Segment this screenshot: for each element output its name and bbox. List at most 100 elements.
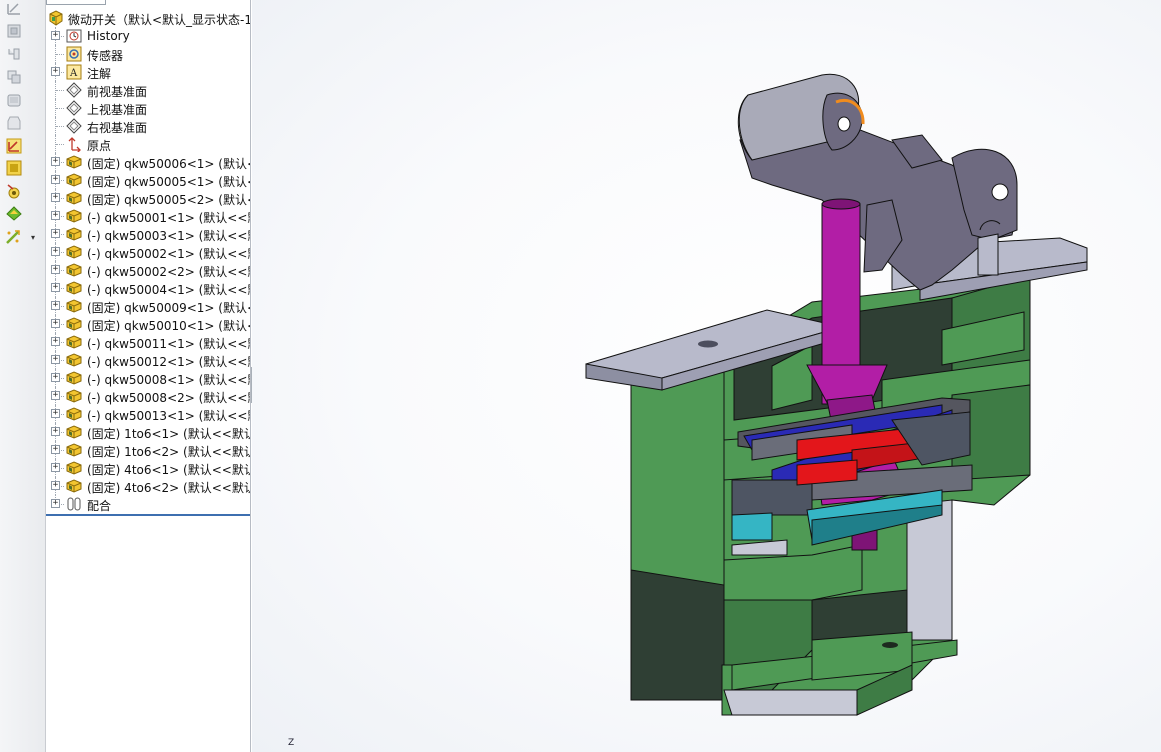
tree-item[interactable]: 原点	[46, 135, 250, 154]
tree-item[interactable]: + (-) qkw50002<1> (默认<<默	[46, 243, 250, 261]
part-icon	[66, 424, 82, 440]
view-triad-z-label: Z	[288, 738, 295, 748]
tree-item[interactable]: + (固定) qkw50010<1> (默认<	[46, 315, 251, 333]
tree-item-label: (-) qkw50008<1> (默认<<默	[87, 373, 251, 387]
tree-root[interactable]: 微动开关（默认<默认_显示状态-1	[46, 9, 251, 27]
tree-item[interactable]: + (固定) 4to6<1> (默认<<默认	[46, 459, 251, 477]
tree-item-label: (固定) qkw50006<1> (默认<	[87, 157, 251, 171]
expand-toggle-icon[interactable]: +	[51, 301, 60, 310]
micro-switch-3d-model[interactable]	[252, 0, 1161, 752]
tree-item-label: (固定) qkw50005<1> (默认<	[87, 175, 251, 189]
new-motion-study-icon[interactable]	[5, 182, 23, 200]
expand-toggle-icon[interactable]: +	[51, 67, 60, 76]
tree-item[interactable]: + A 注解	[46, 63, 250, 81]
exploded-view-dropdown-icon[interactable]: ▾	[31, 233, 35, 242]
tree-item-label: 上视基准面	[87, 103, 148, 117]
tree-item[interactable]: + (-) qkw50012<1> (默认<<默	[46, 351, 250, 369]
show-hidden-icon[interactable]	[5, 114, 23, 132]
tree-item[interactable]: + 配合	[46, 495, 250, 513]
mate-icon[interactable]	[5, 22, 23, 40]
part-icon	[66, 442, 82, 458]
tree-item-label: 传感器	[87, 49, 124, 63]
tree-tab-edge	[46, 0, 106, 5]
expand-toggle-icon[interactable]: +	[51, 427, 60, 436]
bill-of-materials-icon[interactable]	[5, 204, 23, 222]
tree-item-label: 原点	[87, 139, 112, 153]
tree-item-label: (固定) qkw50010<1> (默认<	[87, 319, 251, 333]
expand-toggle-icon[interactable]: +	[51, 175, 60, 184]
tree-item[interactable]: + (-) qkw50001<1> (默认<<默	[46, 207, 250, 225]
tree-item[interactable]: 上视基准面	[46, 99, 250, 117]
tree-item[interactable]: + (固定) qkw50005<2> (默认<	[46, 189, 250, 207]
tree-item[interactable]: + (固定) qkw50006<1> (默认<	[46, 153, 251, 171]
tree-item[interactable]: + (固定) 1to6<2> (默认<<默认	[46, 441, 250, 459]
tree-item[interactable]: + (-) qkw50003<1> (默认<<默	[46, 225, 251, 243]
part-icon	[66, 190, 82, 206]
part-icon	[66, 406, 82, 422]
expand-toggle-icon[interactable]: +	[51, 193, 60, 202]
tree-item[interactable]: + (-) qkw50011<1> (默认<<默	[46, 333, 250, 351]
expand-toggle-icon[interactable]: +	[51, 463, 60, 472]
part-icon	[66, 370, 82, 386]
assembly-icon	[48, 10, 64, 26]
tree-item-label: (-) qkw50002<2> (默认<<默	[87, 265, 251, 279]
mates-icon	[66, 496, 82, 512]
tree-connector-branch	[56, 126, 64, 127]
tree-item[interactable]: + (固定) qkw50005<1> (默认<	[46, 171, 251, 189]
tree-item[interactable]: + (-) qkw50008<1> (默认<<默	[46, 369, 251, 387]
tree-item[interactable]: 传感器	[46, 45, 250, 63]
tree-item[interactable]: + (-) qkw50008<2> (默认<<默	[46, 387, 251, 405]
tree-item-label: (固定) qkw50009<1> (默认<	[87, 301, 251, 315]
expand-toggle-icon[interactable]: +	[51, 229, 60, 238]
tree-root-label: 微动开关（默认<默认_显示状态-1	[68, 13, 251, 27]
plane-icon	[66, 100, 82, 116]
expand-toggle-icon[interactable]: +	[51, 283, 60, 292]
expand-toggle-icon[interactable]: +	[51, 373, 60, 382]
expand-toggle-icon[interactable]: +	[51, 157, 60, 166]
expand-toggle-icon[interactable]: +	[51, 445, 60, 454]
tree-item[interactable]: 前视基准面	[46, 81, 250, 99]
smart-dimension-icon[interactable]	[5, 0, 23, 18]
part-icon	[66, 244, 82, 260]
part-icon	[66, 388, 82, 404]
linear-pattern-icon[interactable]	[5, 68, 23, 86]
expand-toggle-icon[interactable]: +	[51, 481, 60, 490]
part-icon	[66, 280, 82, 296]
exploded-view-icon[interactable]	[5, 228, 23, 246]
insert-component-icon[interactable]	[5, 45, 23, 63]
expand-toggle-icon[interactable]: +	[51, 409, 60, 418]
tree-item-label: (-) qkw50013<1> (默认<<默	[87, 409, 251, 423]
tree-item-label: 右视基准面	[87, 121, 148, 135]
tree-bottom-divider	[46, 514, 250, 516]
expand-toggle-icon[interactable]: +	[51, 337, 60, 346]
tree-item-label: (-) qkw50003<1> (默认<<默	[87, 229, 251, 243]
expand-toggle-icon[interactable]: +	[51, 499, 60, 508]
part-icon	[66, 460, 82, 476]
expand-toggle-icon[interactable]: +	[51, 355, 60, 364]
tree-item[interactable]: + (-) qkw50002<2> (默认<<默	[46, 261, 251, 279]
reference-geometry-icon[interactable]	[5, 159, 23, 177]
tree-item[interactable]: 右视基准面	[46, 117, 250, 135]
tree-item-label: (固定) 4to6<1> (默认<<默认	[87, 463, 251, 477]
expand-toggle-icon[interactable]: +	[51, 265, 60, 274]
tree-item-label: (-) qkw50008<2> (默认<<默	[87, 391, 251, 405]
tree-item[interactable]: + (固定) 1to6<1> (默认<<默认	[46, 423, 250, 441]
tree-item[interactable]: + History	[46, 27, 250, 45]
expand-toggle-icon[interactable]: +	[51, 247, 60, 256]
expand-toggle-icon[interactable]: +	[51, 211, 60, 220]
tree-item[interactable]: + (固定) 4to6<2> (默认<<默认	[46, 477, 250, 495]
tree-item[interactable]: + (-) qkw50004<1> (默认<<默	[46, 279, 251, 297]
tree-item[interactable]: + (-) qkw50013<1> (默认<<默	[46, 405, 251, 423]
expand-toggle-icon[interactable]: +	[51, 319, 60, 328]
tree-item-label: (-) qkw50004<1> (默认<<默	[87, 283, 251, 297]
expand-toggle-icon[interactable]: +	[51, 391, 60, 400]
command-toolbar: ▾	[0, 0, 46, 752]
expand-toggle-icon[interactable]: +	[51, 31, 60, 40]
tree-item[interactable]: + (固定) qkw50009<1> (默认<	[46, 297, 251, 315]
graphics-area[interactable]: Z	[252, 0, 1161, 752]
feature-manager-tree: 微动开关（默认<默认_显示状态-1 + History 传感器 + A 注解 前视基准面上视…	[46, 0, 251, 752]
tree-connector-branch	[56, 54, 64, 55]
assembly-features-icon[interactable]	[5, 137, 23, 155]
lever-roller[interactable]	[737, 73, 865, 161]
move-component-icon[interactable]	[5, 91, 23, 109]
